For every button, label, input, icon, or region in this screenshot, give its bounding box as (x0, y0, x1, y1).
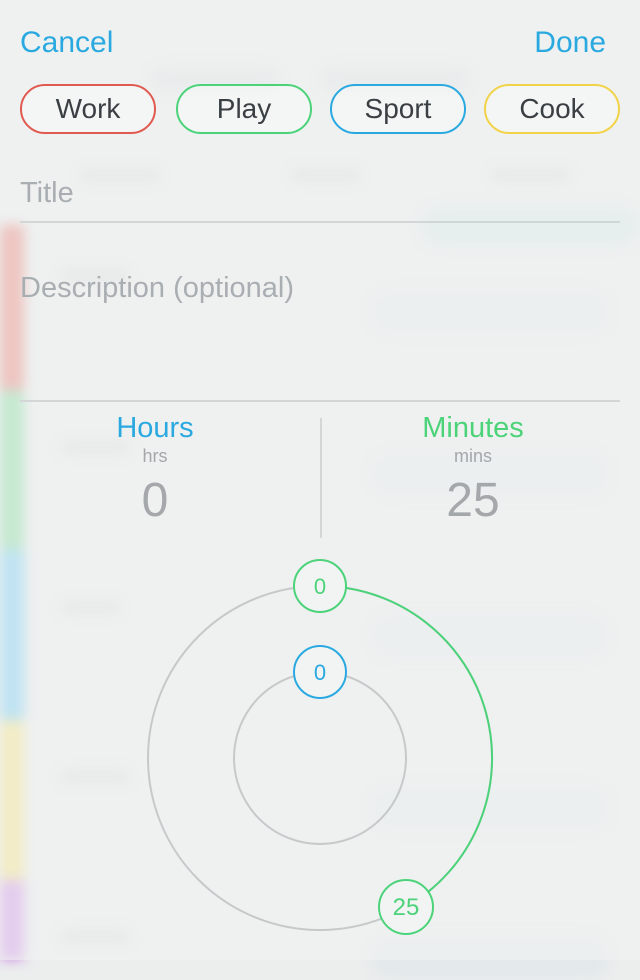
hours-handle-label: 0 (314, 660, 326, 685)
category-work[interactable]: Work (20, 84, 156, 134)
minutes-progress-arc (319, 585, 494, 908)
hours-value: 0 (141, 474, 169, 527)
outer-dial-track (147, 585, 493, 931)
description-input[interactable] (20, 272, 620, 390)
cancel-button[interactable]: Cancel (20, 26, 113, 60)
title-divider (20, 221, 620, 223)
category-play[interactable]: Play (176, 84, 312, 134)
done-button[interactable]: Done (534, 26, 606, 60)
description-divider (20, 400, 620, 402)
title-input[interactable] (20, 172, 620, 214)
duration-divider (320, 418, 322, 538)
hours-unit: hrs (142, 446, 168, 466)
minutes-unit: mins (453, 446, 492, 466)
new-task-sheet: Cancel Done Work Play Sport Cook Hours h… (0, 0, 640, 960)
minutes-handle-label: 25 (393, 894, 420, 921)
minutes-label: Minutes (422, 412, 524, 444)
minutes-handle[interactable]: 25 (378, 879, 434, 935)
category-cook[interactable]: Cook (484, 84, 620, 134)
hours-label: Hours (116, 412, 194, 444)
hours-handle[interactable]: 0 (293, 645, 347, 699)
outer-start-label: 0 (314, 574, 326, 599)
outer-start-handle[interactable]: 0 (293, 559, 347, 613)
category-sport[interactable]: Sport (330, 84, 466, 134)
minutes-value: 25 (446, 474, 500, 527)
